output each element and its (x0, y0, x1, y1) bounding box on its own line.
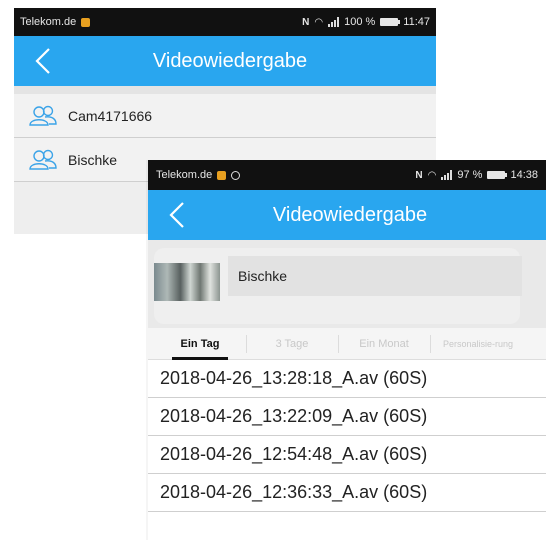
battery-percent: 100 % (344, 16, 376, 28)
status-bar: Telekom.de N ◠ 97 % 14:38 (148, 160, 546, 190)
camera-list-item[interactable]: Cam4171666 (14, 86, 436, 138)
wifi-icon: ◠ (314, 16, 324, 28)
users-icon (29, 149, 57, 170)
battery-icon (487, 171, 508, 179)
tab-ein-tag[interactable]: Ein Tag (154, 331, 246, 360)
front-screen: Telekom.de N ◠ 97 % 14:38 Videowiedergab… (148, 160, 546, 540)
recording-list: 2018-04-26_13:28:18_A.av (60S) 2018-04-2… (148, 360, 546, 512)
page-title: Videowiedergabe (272, 203, 428, 226)
signal-icon (328, 17, 340, 27)
device-name: Bischke (228, 256, 522, 296)
battery-percent: 97 % (457, 169, 483, 181)
alarm-icon (231, 170, 241, 180)
recording-item[interactable]: 2018-04-26_13:28:18_A.av (60S) (148, 360, 546, 398)
clock: 14:38 (510, 169, 538, 181)
battery-icon (380, 18, 401, 26)
tab-ein-monat[interactable]: Ein Monat (338, 331, 430, 357)
device-area: Bischke (148, 240, 546, 328)
title-bar: Videowiedergabe (148, 190, 546, 240)
carrier-badge-icon (217, 170, 227, 180)
camera-thumbnail[interactable] (154, 263, 220, 301)
time-range-tabs: Ein Tag 3 Tage Ein Monat Personalisie-ru… (148, 328, 546, 360)
carrier-label: Telekom.de (20, 16, 77, 28)
recording-item[interactable]: 2018-04-26_12:54:48_A.av (60S) (148, 436, 546, 474)
recording-item[interactable]: 2018-04-26_12:36:33_A.av (60S) (148, 474, 546, 512)
nfc-icon: N (415, 169, 423, 181)
page-title: Videowiedergabe (152, 49, 308, 72)
users-icon (29, 105, 57, 126)
camera-name: Bischke (68, 151, 118, 168)
status-bar: Telekom.de N ◠ 100 % 11:47 (14, 8, 436, 36)
carrier-label: Telekom.de (156, 169, 213, 181)
camera-name: Cam4171666 (68, 107, 153, 124)
nfc-icon: N (302, 16, 310, 28)
recording-item[interactable]: 2018-04-26_13:22:09_A.av (60S) (148, 398, 546, 436)
title-bar: Videowiedergabe (14, 36, 436, 86)
wifi-icon: ◠ (427, 169, 437, 181)
tab-3-tage[interactable]: 3 Tage (246, 331, 338, 357)
carrier-badge-icon (81, 17, 91, 27)
clock: 11:47 (403, 16, 430, 28)
signal-icon (441, 170, 453, 180)
tab-personalisierung[interactable]: Personalisie-rung (430, 331, 526, 357)
